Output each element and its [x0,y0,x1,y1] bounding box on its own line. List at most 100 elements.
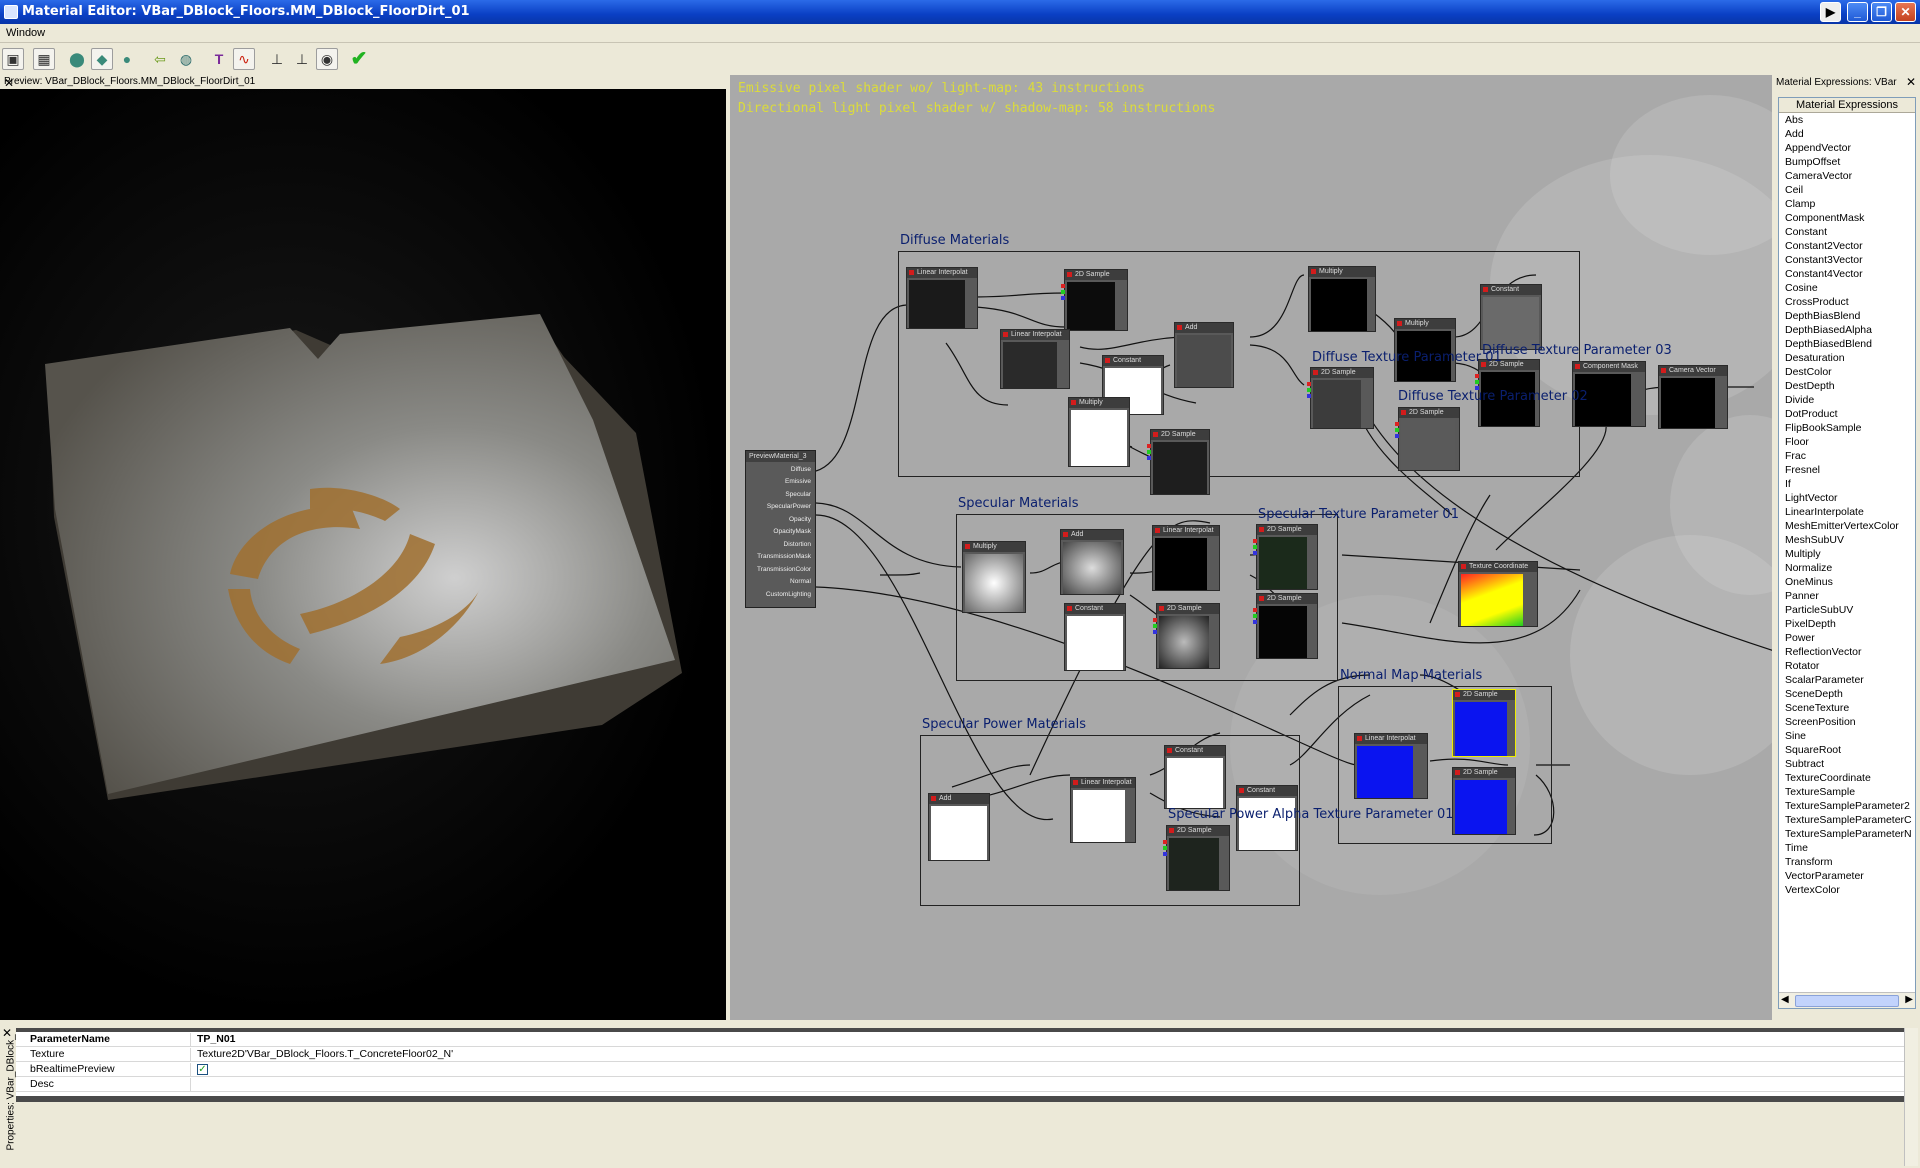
lerp-node[interactable]: Linear Interpolat [906,267,978,329]
lerp-node[interactable]: Linear Interpolat [1070,777,1136,843]
expression-item[interactable]: VertexColor [1779,883,1915,897]
scroll-right-button[interactable]: ▶ [1820,2,1841,22]
expressions-list[interactable]: Material Expressions Abs Add AppendVector B… [1778,97,1916,1009]
expression-item[interactable]: DepthBiasedBlend [1779,337,1915,351]
expression-item[interactable]: Sine [1779,729,1915,743]
expression-item[interactable]: ParticleSubUV [1779,603,1915,617]
expression-item[interactable]: FlipBookSample [1779,421,1915,435]
property-value[interactable]: TP_N01 [190,1033,236,1047]
expression-item[interactable]: ReflectionVector [1779,645,1915,659]
camera-vector-node[interactable]: Camera Vector [1658,365,1728,429]
expression-item[interactable]: TextureSampleParameter2 [1779,799,1915,813]
input-opacity-mask[interactable]: OpacityMask [773,528,811,535]
expression-item[interactable]: Constant2Vector [1779,239,1915,253]
texture-coordinate-node[interactable]: Texture Coordinate [1458,561,1538,627]
expression-item[interactable]: Floor [1779,435,1915,449]
scrollbar-thumb[interactable] [1795,995,1899,1007]
expression-item[interactable]: CrossProduct [1779,295,1915,309]
add-node[interactable]: Add [928,793,990,861]
expression-item[interactable]: Multiply [1779,547,1915,561]
expression-item[interactable]: Constant [1779,225,1915,239]
expression-item[interactable]: Divide [1779,393,1915,407]
expression-item[interactable]: Normalize [1779,561,1915,575]
expression-item[interactable]: SceneDepth [1779,687,1915,701]
grid-icon[interactable]: ▦ [33,48,55,70]
expression-item[interactable]: BumpOffset [1779,155,1915,169]
realtime-preview-checkbox[interactable]: ✓ [197,1064,208,1075]
expression-item[interactable]: Transform [1779,855,1915,869]
add-node[interactable]: Add [1174,322,1234,388]
constant-node[interactable]: Constant [1164,745,1226,809]
texture-sample-node[interactable]: 2D Sample [1253,593,1318,659]
expression-item[interactable]: TextureSample [1779,785,1915,799]
expression-item[interactable]: Abs [1779,113,1915,127]
texture-sample-node[interactable]: 2D Sample [1147,429,1210,495]
constant-node[interactable]: Constant [1064,603,1126,671]
expression-item[interactable]: Time [1779,841,1915,855]
expression-item[interactable]: SceneTexture [1779,701,1915,715]
texture-sample-node[interactable]: 2D Sample [1395,407,1460,471]
expression-item[interactable]: DotProduct [1779,407,1915,421]
expression-item[interactable]: CameraVector [1779,169,1915,183]
expression-item[interactable]: PixelDepth [1779,617,1915,631]
expression-item[interactable]: VectorParameter [1779,869,1915,883]
input-emissive[interactable]: Emissive [785,478,811,485]
multiply-node[interactable]: Multiply [1068,397,1130,467]
close-icon[interactable]: ✕ [4,76,14,90]
add-node[interactable]: Add [1060,529,1124,595]
preview-material-node[interactable]: PreviewMaterial_3 Diffuse Emissive Specu… [745,450,816,608]
property-row[interactable]: ParameterName TP_N01 [16,1032,1904,1047]
constant-node[interactable]: Constant [1480,284,1542,350]
expression-item[interactable]: DestDepth [1779,379,1915,393]
input-opacity[interactable]: Opacity [789,516,811,523]
lerp-node[interactable]: Linear Interpolat [1152,525,1220,591]
expression-item[interactable]: LightVector [1779,491,1915,505]
cube-icon[interactable]: ◆ [91,48,113,70]
expression-item[interactable]: Ceil [1779,183,1915,197]
texture-sample-node[interactable]: 2D Sample [1061,269,1128,331]
expression-item[interactable]: Subtract [1779,757,1915,771]
expressions-list-header[interactable]: Material Expressions [1779,98,1915,113]
input-custom-lighting[interactable]: CustomLighting [766,591,811,598]
texture-sample-node[interactable]: 2D Sample [1452,767,1516,835]
multiply-node[interactable]: Multiply [962,541,1026,613]
input-specular-power[interactable]: SpecularPower [767,503,811,510]
input-specular[interactable]: Specular [785,491,811,498]
split-icon[interactable]: ⊥ [266,48,288,70]
close-window-button[interactable]: ✕ [1895,2,1916,22]
multiply-node[interactable]: Multiply [1308,266,1376,332]
expression-item[interactable]: DepthBiasBlend [1779,309,1915,323]
lerp-node[interactable]: Linear Interpolat [1000,329,1070,389]
minimize-button[interactable]: _ [1847,2,1868,22]
expression-item[interactable]: Panner [1779,589,1915,603]
texture-sample-node[interactable]: 2D Sample [1452,689,1516,757]
texture-t-icon[interactable]: T [208,48,230,70]
input-transmission-color[interactable]: TransmissionColor [757,566,811,573]
sphere-icon[interactable]: ● [116,48,138,70]
property-row[interactable]: bRealtimePreview ✓ [16,1062,1904,1077]
expression-item[interactable]: Cosine [1779,281,1915,295]
scroll-left-icon[interactable]: ◀ [1781,994,1789,1005]
texture-sample-node[interactable]: 2D Sample [1307,367,1374,429]
property-row[interactable]: Desc [16,1077,1904,1092]
home-icon[interactable]: ▣ [2,48,24,70]
expression-item[interactable]: TextureSampleParameterC [1779,813,1915,827]
expression-item[interactable]: Power [1779,631,1915,645]
split2-icon[interactable]: ⊥ [291,48,313,70]
expression-item[interactable]: MeshEmitterVertexColor [1779,519,1915,533]
property-value[interactable] [190,1078,197,1092]
curve-icon[interactable]: ∿ [233,48,255,70]
material-graph-canvas[interactable]: Emissive pixel shader wo/ light-map: 43 … [726,75,1772,1020]
expression-item[interactable]: DepthBiasedAlpha [1779,323,1915,337]
expression-item[interactable]: LinearInterpolate [1779,505,1915,519]
expression-item[interactable]: Constant3Vector [1779,253,1915,267]
cylinder-icon[interactable]: ⬤ [66,48,88,70]
property-row[interactable]: Texture Texture2D'VBar_DBlock_Floors.T_C… [16,1047,1904,1062]
expression-item[interactable]: Desaturation [1779,351,1915,365]
close-icon[interactable]: ✕ [1906,75,1916,89]
scroll-right-icon[interactable]: ▶ [1905,994,1913,1005]
input-normal[interactable]: Normal [790,578,811,585]
input-transmission-mask[interactable]: TransmissionMask [757,553,811,560]
texture-sample-node[interactable]: 2D Sample [1153,603,1220,669]
apply-check-icon[interactable]: ✔ [348,48,370,70]
